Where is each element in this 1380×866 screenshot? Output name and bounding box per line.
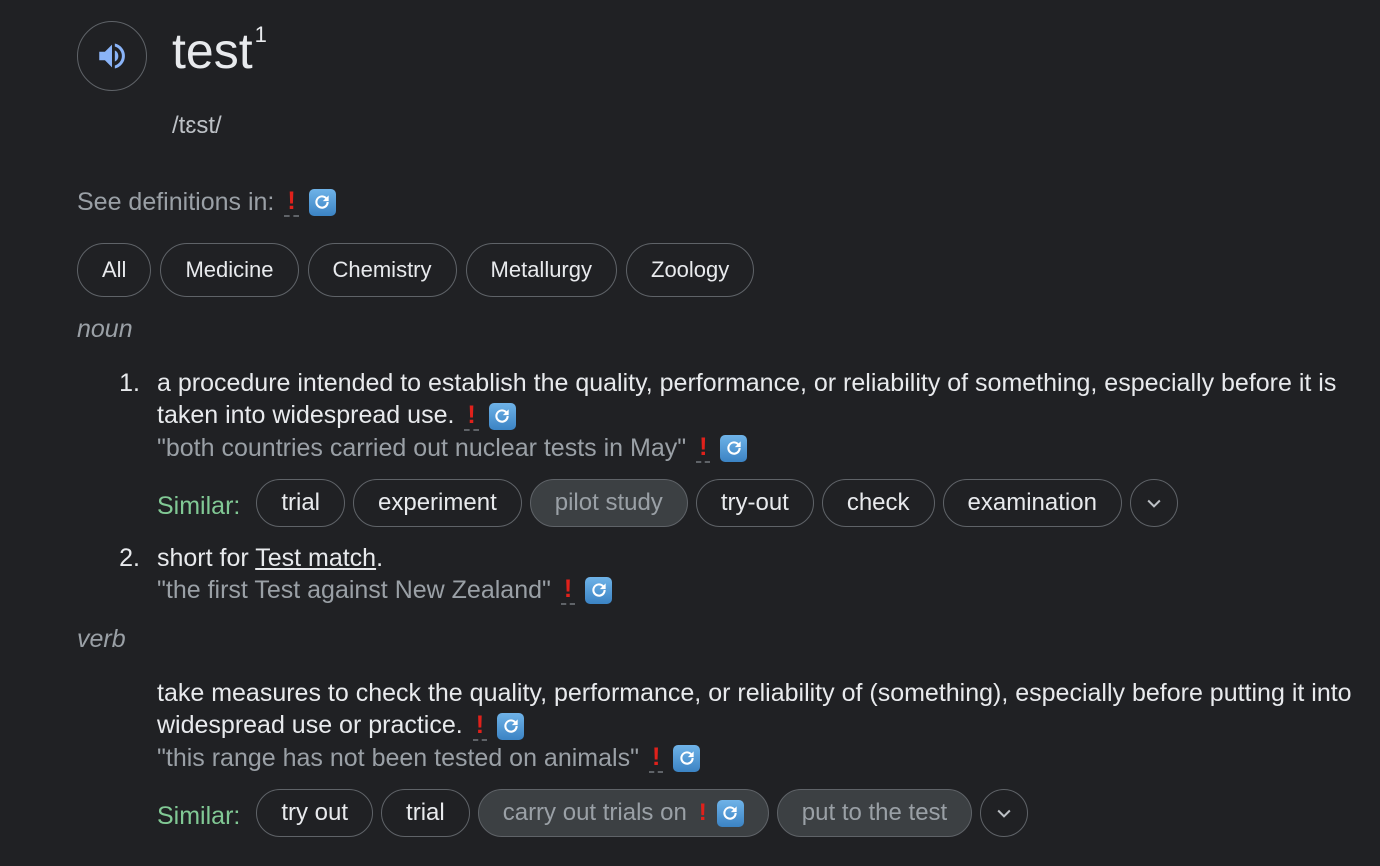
- chevron-down-icon: [997, 809, 1011, 818]
- similar-chip-label: carry out trials on: [502, 799, 687, 826]
- exclamation-icon[interactable]: !: [696, 433, 711, 463]
- example-text: "both countries carried out nuclear test…: [157, 434, 687, 462]
- verb-example: "this range has not been tested on anima…: [157, 742, 701, 774]
- part-of-speech-verb: verb: [77, 625, 126, 653]
- exclamation-icon[interactable]: !: [284, 187, 299, 217]
- domain-chip-metallurgy[interactable]: Metallurgy: [465, 243, 617, 297]
- exclamation-icon[interactable]: !: [648, 743, 664, 773]
- definition-text: a procedure intended to establish the qu…: [157, 369, 1337, 429]
- headword: test1: [172, 20, 267, 92]
- more-similar-button[interactable]: [1129, 479, 1178, 527]
- domain-filter: All Medicine Chemistry Metallurgy Zoolog…: [77, 243, 755, 297]
- see-definitions: See definitions in: !: [77, 185, 336, 219]
- more-similar-button[interactable]: [980, 789, 1029, 837]
- similar-chip[interactable]: experiment: [353, 479, 522, 527]
- sense-example: "the first Test against New Zealand" !: [157, 574, 613, 606]
- domain-chip-all[interactable]: All: [77, 243, 152, 297]
- domain-chip-chemistry[interactable]: Chemistry: [307, 243, 457, 297]
- refresh-icon[interactable]: [308, 188, 336, 216]
- domain-chip-zoology[interactable]: Zoology: [626, 243, 755, 297]
- sense-definition: a procedure intended to establish the qu…: [157, 367, 1357, 431]
- refresh-icon[interactable]: [488, 402, 516, 430]
- definition-text: take measures to check the quality, perf…: [157, 679, 1352, 739]
- sense-definition: short for Test match.: [157, 542, 1357, 574]
- sense-example: "both countries carried out nuclear test…: [157, 432, 748, 464]
- chevron-down-icon: [1147, 499, 1161, 508]
- definition-text: short for: [157, 544, 256, 572]
- similar-chip[interactable]: try-out: [695, 479, 814, 527]
- similar-chip[interactable]: check: [821, 479, 935, 527]
- verb-definition: take measures to check the quality, perf…: [157, 677, 1357, 741]
- sense-number: 2.: [119, 544, 140, 572]
- speaker-icon: [99, 43, 125, 69]
- exclamation-icon[interactable]: !: [560, 575, 576, 605]
- exclamation-icon[interactable]: !: [472, 711, 488, 741]
- phonetic: /tɛst/: [172, 112, 222, 139]
- refresh-icon[interactable]: [716, 799, 744, 827]
- similar-chip[interactable]: trial: [381, 789, 470, 837]
- sense-number: 1.: [119, 369, 140, 397]
- example-text: "this range has not been tested on anima…: [157, 744, 639, 772]
- see-definitions-label: See definitions in:: [77, 188, 275, 216]
- similar-words: Similar: trial experiment pilot study tr…: [157, 479, 1178, 527]
- exclamation-icon[interactable]: !: [464, 401, 479, 431]
- similar-label: Similar:: [157, 802, 241, 830]
- test-match-link[interactable]: Test match: [255, 544, 376, 572]
- similar-label: Similar:: [157, 492, 241, 520]
- homograph-number: 1: [254, 22, 267, 47]
- headword-text: test: [172, 23, 253, 79]
- refresh-icon[interactable]: [585, 576, 613, 604]
- definition-text: .: [376, 544, 384, 572]
- example-text: "the first Test against New Zealand": [157, 576, 551, 604]
- similar-chip[interactable]: put to the test: [776, 789, 973, 837]
- refresh-icon[interactable]: [497, 712, 525, 740]
- similar-words: Similar: try out trial carry out trials …: [157, 789, 1029, 837]
- similar-chip[interactable]: pilot study: [529, 479, 688, 527]
- pronunciation-button[interactable]: [77, 21, 147, 91]
- domain-chip-medicine[interactable]: Medicine: [160, 243, 299, 297]
- refresh-icon[interactable]: [673, 744, 701, 772]
- refresh-icon[interactable]: [720, 434, 748, 462]
- similar-chip[interactable]: try out: [256, 789, 374, 837]
- part-of-speech-noun: noun: [77, 315, 133, 343]
- similar-chip[interactable]: trial: [256, 479, 346, 527]
- exclamation-icon[interactable]: !: [699, 799, 707, 827]
- similar-chip[interactable]: examination: [942, 479, 1122, 527]
- similar-chip[interactable]: carry out trials on !: [477, 789, 769, 837]
